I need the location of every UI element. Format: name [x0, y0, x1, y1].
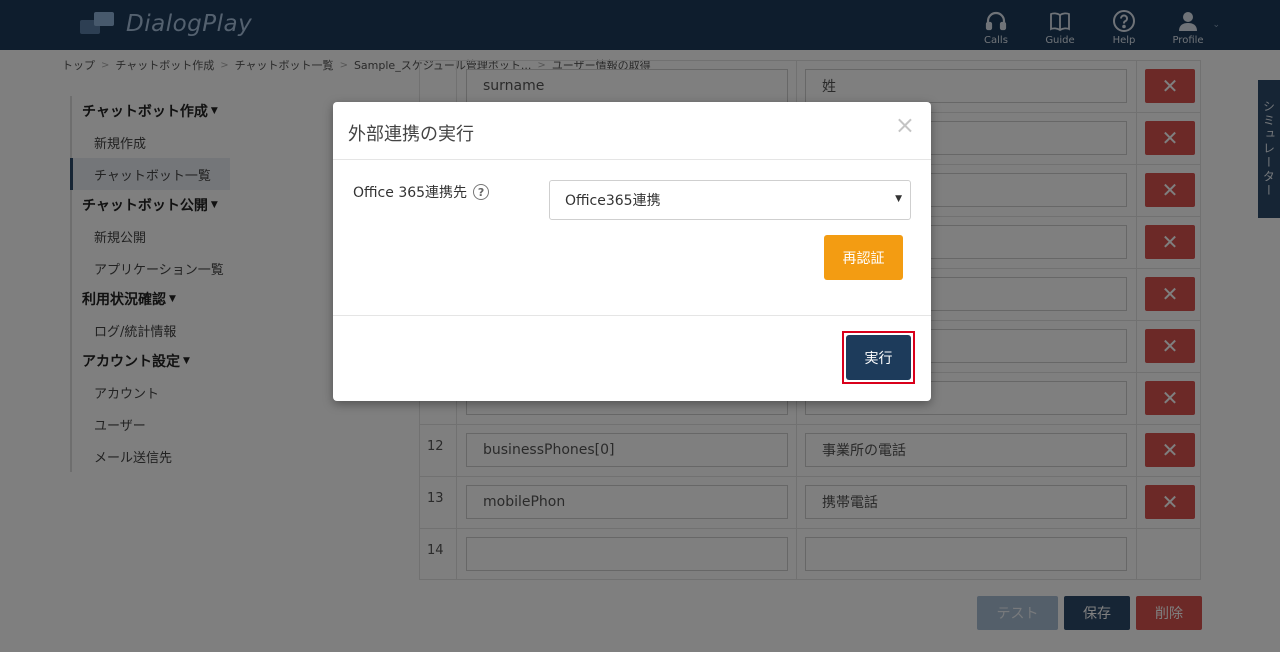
execute-button-highlight: 実行	[842, 331, 915, 384]
divider	[333, 315, 931, 316]
office365-field-label: Office 365連携先 ?	[353, 182, 490, 202]
question-icon[interactable]: ?	[473, 184, 490, 200]
reauthenticate-button[interactable]: 再認証	[824, 235, 903, 280]
office365-select[interactable]: Office365連携 ▼	[549, 180, 911, 220]
select-value: Office365連携	[565, 193, 661, 209]
field-label-text: Office 365連携先	[353, 185, 468, 201]
divider	[333, 159, 931, 160]
external-integration-dialog: 外部連携の実行 × Office 365連携先 ? Office365連携 ▼ …	[333, 102, 931, 401]
execute-button[interactable]: 実行	[846, 335, 911, 380]
caret-down-icon: ▼	[895, 194, 902, 204]
dialog-title: 外部連携の実行	[348, 124, 474, 145]
close-icon[interactable]: ×	[895, 113, 915, 137]
